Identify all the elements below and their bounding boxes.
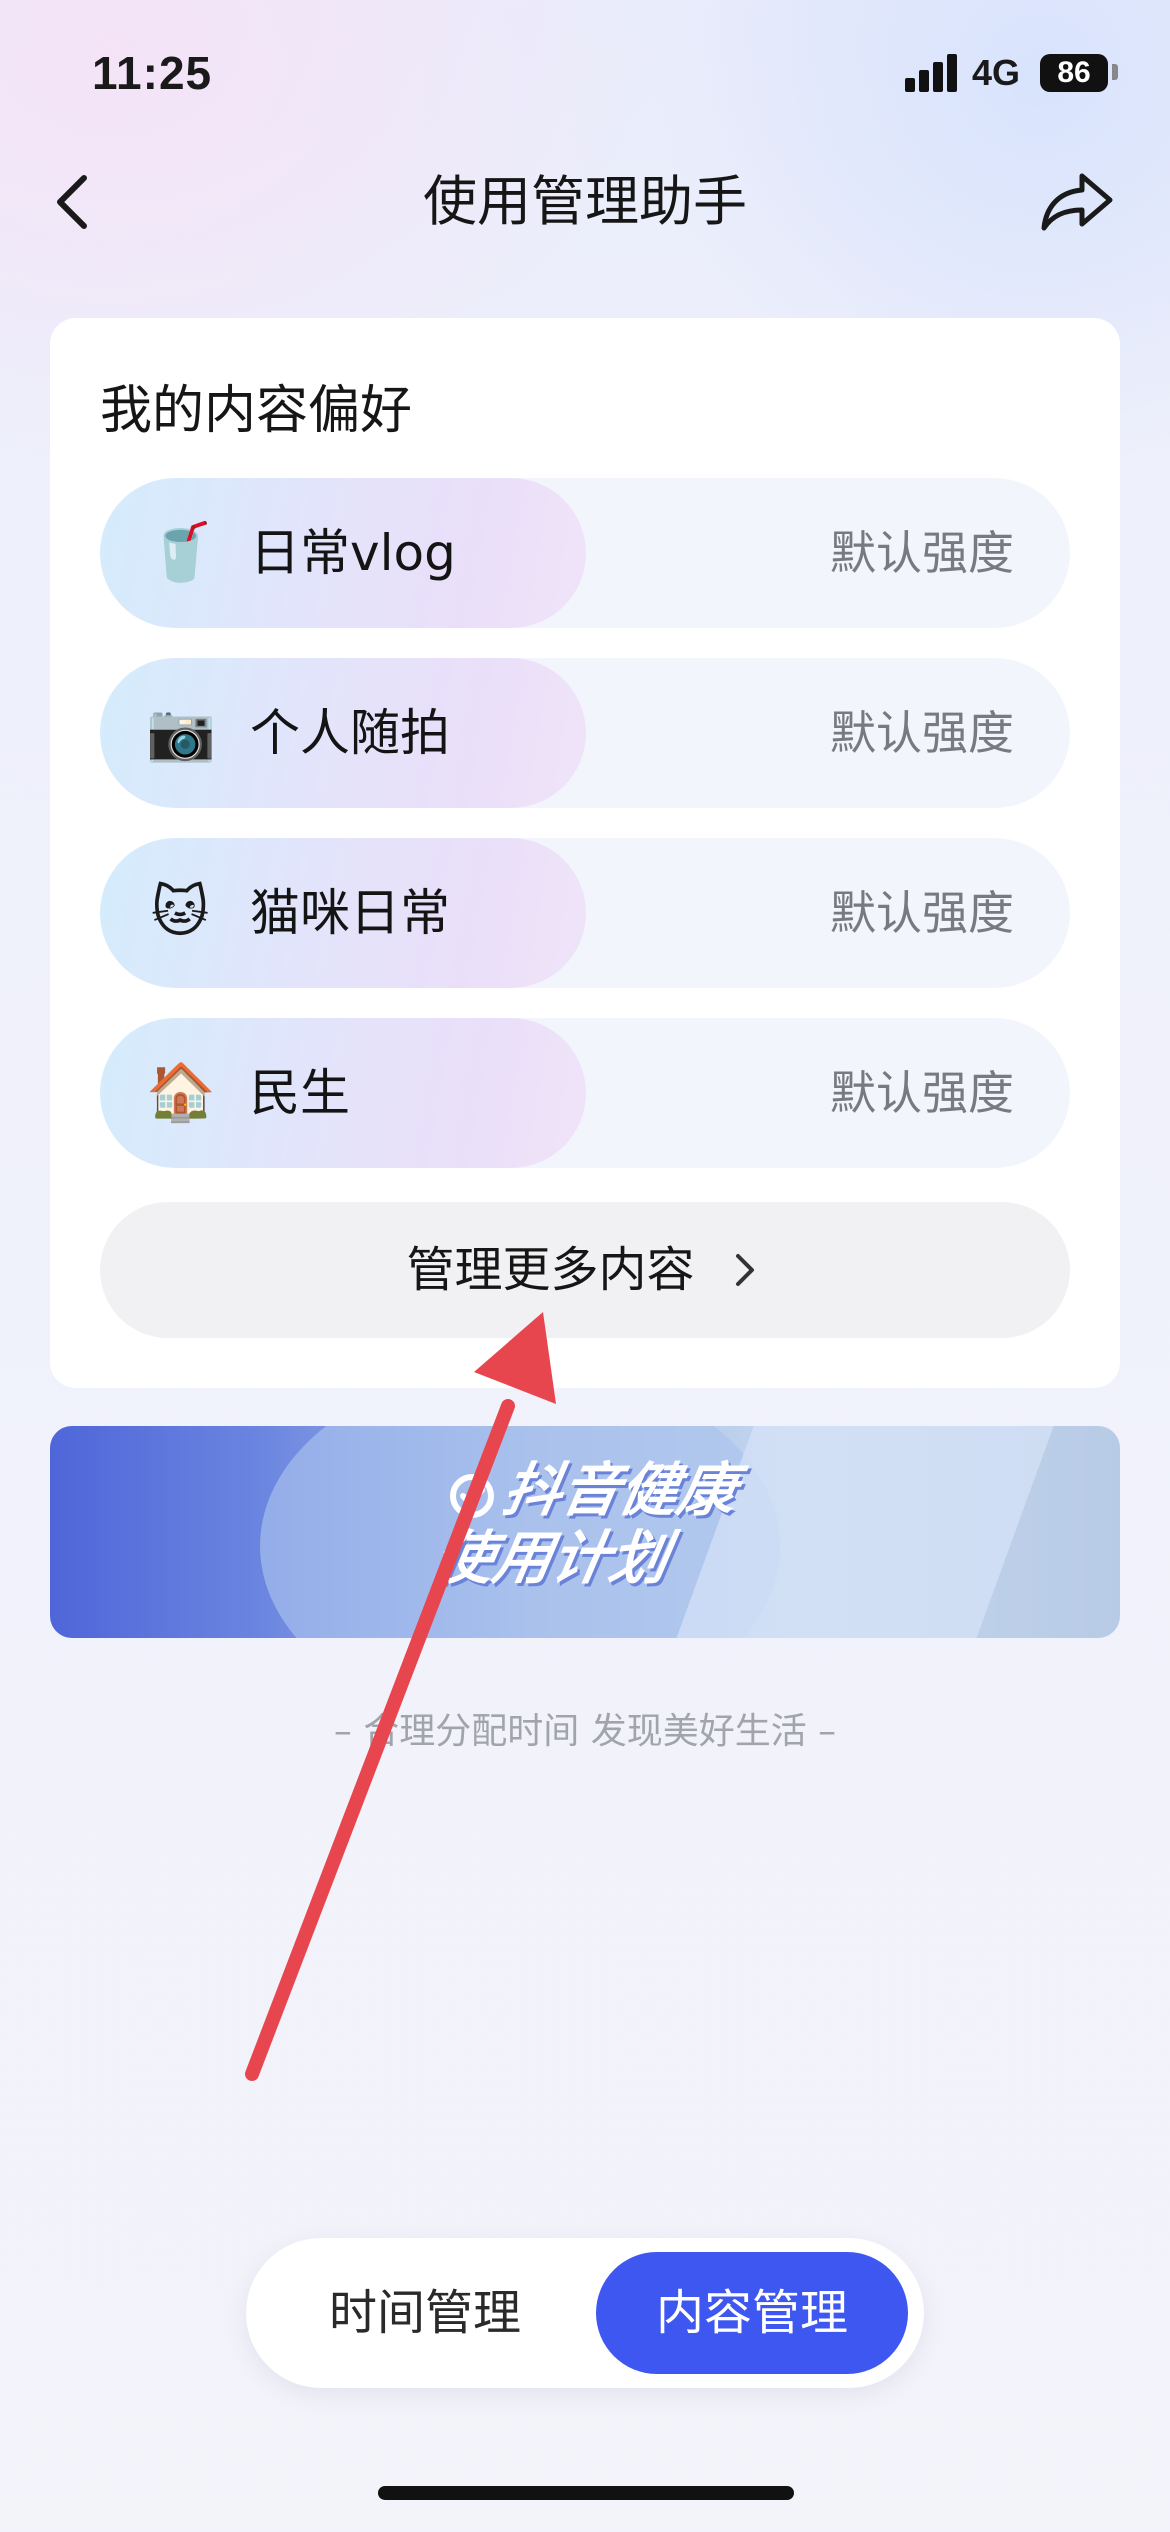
preference-label: 猫咪日常 — [250, 884, 450, 942]
camera-icon: 📷 — [146, 700, 216, 765]
health-plan-banner[interactable]: 抖音健康 使用计划 — [50, 1426, 1120, 1638]
preference-strength: 默认强度 — [830, 1066, 1014, 1120]
page-title: 使用管理助手 — [423, 170, 747, 233]
banner-line2: 使用计划 — [430, 1524, 675, 1592]
status-bar: 11:25 4G 86 — [0, 0, 1170, 140]
checkmark-icon — [450, 1474, 494, 1518]
cat-icon: 🐱 — [150, 880, 210, 945]
drink-icon: 🥤 — [146, 520, 216, 585]
share-arrow-icon[interactable] — [1038, 166, 1118, 238]
preference-item-vlog[interactable]: 🥤 日常vlog 默认强度 — [100, 478, 1070, 628]
preference-label: 民生 — [250, 1064, 350, 1122]
preference-item-livelihood[interactable]: 🏠 民生 默认强度 — [100, 1018, 1070, 1168]
battery-icon: 86 — [1040, 54, 1108, 92]
slogan: – 合理分配时间 发现美好生活 – — [333, 1711, 837, 1752]
manage-more-label: 管理更多内容 — [406, 1242, 695, 1298]
content-preference-card: 我的内容偏好 🥤 日常vlog 默认强度 📷 个人随拍 默认强度 🐱 猫咪日常 … — [50, 318, 1120, 1388]
home-indicator — [378, 2486, 794, 2500]
manage-more-button[interactable]: 管理更多内容 — [100, 1202, 1070, 1338]
house-icon: 🏠 — [146, 1060, 216, 1125]
mode-tab-switch: 时间管理 内容管理 — [246, 2238, 924, 2388]
battery-level: 86 — [1057, 56, 1091, 89]
preference-item-snapshots[interactable]: 📷 个人随拍 默认强度 — [100, 658, 1070, 808]
preference-strength: 默认强度 — [830, 706, 1014, 760]
preference-label: 日常vlog — [250, 524, 456, 582]
card-title: 我的内容偏好 — [100, 381, 413, 441]
tab-content-management[interactable]: 内容管理 — [596, 2252, 908, 2374]
preference-strength: 默认强度 — [830, 886, 1014, 940]
preference-strength: 默认强度 — [830, 526, 1014, 580]
tab-time-management[interactable]: 时间管理 — [280, 2252, 570, 2374]
battery-nub — [1112, 64, 1118, 80]
status-time: 11:25 — [92, 47, 213, 99]
preference-label: 个人随拍 — [250, 704, 450, 762]
chevron-right-icon — [735, 1254, 754, 1286]
preference-item-cats[interactable]: 🐱 猫咪日常 默认强度 — [100, 838, 1070, 988]
network-type: 4G — [972, 52, 1021, 93]
signal-icon — [905, 54, 959, 92]
